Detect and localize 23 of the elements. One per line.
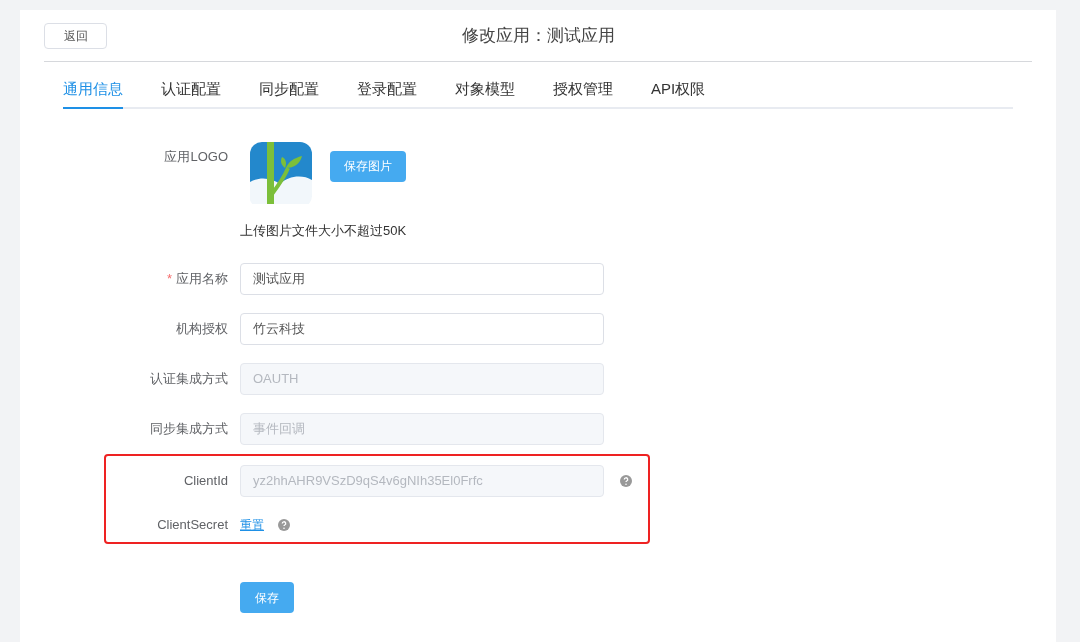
field-label: ClientSecret	[157, 516, 228, 534]
field-label: 同步集成方式	[150, 420, 228, 439]
tab[interactable]: 通用信息	[63, 78, 123, 109]
input-field[interactable]: 测试应用	[240, 263, 604, 295]
reset-link[interactable]: 重置	[240, 515, 264, 534]
back-button[interactable]: 返回	[44, 22, 107, 49]
tab[interactable]: 认证配置	[161, 78, 221, 109]
input-field[interactable]: 竹云科技	[240, 313, 604, 345]
upload-hint: 上传图片文件大小不超过50K	[240, 221, 407, 240]
page-title: 修改应用：测试应用	[461, 24, 615, 47]
field-label: ClientId	[183, 472, 228, 491]
tab[interactable]: 对象模型	[455, 78, 515, 109]
tab[interactable]: 登录配置	[357, 78, 417, 109]
tab[interactable]: API权限	[651, 78, 706, 109]
tab[interactable]: 授权管理	[553, 78, 613, 109]
field-label: 机构授权	[176, 320, 228, 339]
help-icon[interactable]	[278, 518, 290, 531]
tab[interactable]: 同步配置	[259, 78, 319, 109]
required-mark: *	[166, 270, 172, 289]
bamboo-logo-icon	[250, 141, 312, 204]
field-label: 应用LOGO	[164, 147, 228, 166]
field-label: 认证集成方式	[150, 370, 228, 389]
field-label: 应用名称	[176, 270, 228, 289]
